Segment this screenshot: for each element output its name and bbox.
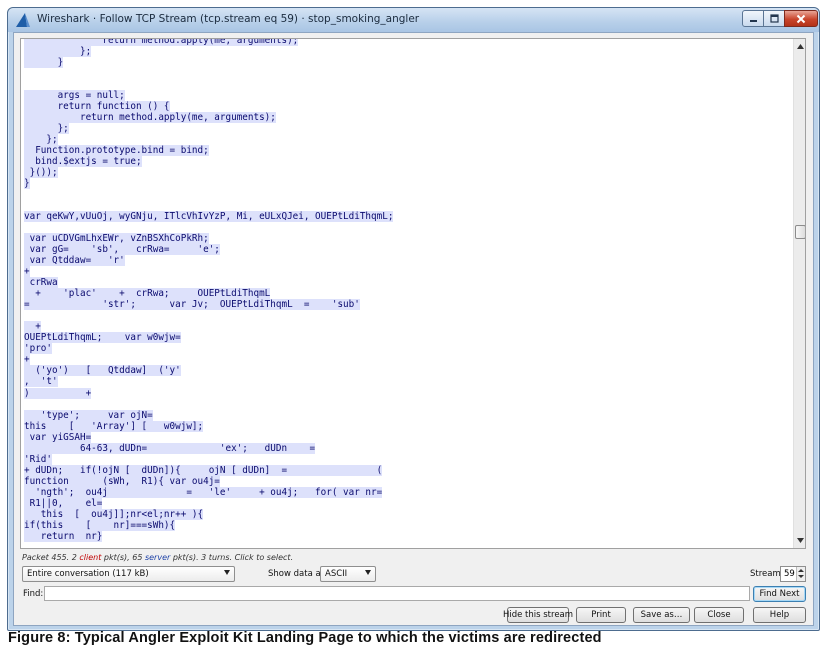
stream-line: 64-63, dUDn= 'ex'; dUDn = <box>24 442 316 454</box>
minimize-icon <box>749 20 757 22</box>
hide-stream-button[interactable]: Hide this stream <box>503 607 573 623</box>
stream-line: }; <box>24 46 92 58</box>
stream-line: + dUDn; if(!ojN [ dUDn]){ ojN [ dUDn] = … <box>24 464 383 476</box>
maximize-icon <box>769 14 779 23</box>
save-as-button[interactable]: Save as… <box>633 607 690 623</box>
stream-line <box>24 79 790 90</box>
stream-line: Function.prototype.bind = bind; <box>24 145 209 157</box>
title-bar[interactable]: Wireshark · Follow TCP Stream (tcp.strea… <box>8 8 819 32</box>
stream-line: this [ ou4j]];nr<el;nr++ ){ <box>24 508 204 520</box>
stream-line: if(this [ nr]===sWh){ <box>24 519 176 531</box>
stream-label: Stream <box>750 569 781 579</box>
stream-line: + <box>24 321 41 333</box>
stream-line: 'pro' <box>24 343 52 355</box>
scroll-down-button[interactable] <box>794 534 805 547</box>
stream-line: return method.apply(me, arguments); <box>24 39 790 46</box>
stream-line <box>24 189 790 200</box>
show-data-as-select[interactable]: ASCII <box>320 566 376 582</box>
packet-info-text[interactable]: Packet 455. 2 client pkt(s), 65 server p… <box>22 553 293 562</box>
spinner-arrows[interactable] <box>796 567 805 581</box>
client-label: client <box>79 553 102 562</box>
stream-line: this [ 'Array'] [ w0wjw]; <box>24 420 204 432</box>
server-label: server <box>144 553 171 562</box>
close-window-button[interactable] <box>784 10 818 27</box>
help-button[interactable]: Help <box>753 607 806 623</box>
stream-line <box>24 222 790 233</box>
chevron-down-icon <box>365 570 371 575</box>
stream-line: 'ngth'; ou4j = 'le' + ou4j; for( var nr= <box>24 486 383 498</box>
window-title: Wireshark · Follow TCP Stream (tcp.strea… <box>37 13 420 25</box>
stream-line: ) + <box>24 387 92 399</box>
stream-line: var uCDVGmLhxEWr, vZnBSXhCoPkRh; <box>24 233 209 245</box>
stream-line: R1||0, el= <box>24 497 103 509</box>
close-button[interactable]: Close <box>694 607 744 623</box>
wireshark-fin-icon <box>16 13 30 27</box>
stream-line: + <box>24 354 30 366</box>
stream-line: + 'plac' + crRwa; OUEPtLdiThqmL <box>24 288 271 300</box>
arrow-down-icon <box>797 538 804 543</box>
print-button[interactable]: Print <box>576 607 626 623</box>
minimize-button[interactable] <box>742 10 764 27</box>
show-data-label: Show data as <box>268 569 326 579</box>
stream-line: function (sWh, R1){ var ou4j= <box>24 475 220 487</box>
spin-up-icon <box>798 569 804 572</box>
stream-line: OUEPtLdiThqmL; var w0wjw= <box>24 332 181 344</box>
stream-line: return method.apply(me, arguments); <box>24 112 276 124</box>
figure-caption: Figure 8: Typical Angler Exploit Kit Lan… <box>8 630 602 646</box>
stream-line: var qeKwY,vUuOj, wyGNju, ITlcVhIvYzP, Mi… <box>24 211 394 223</box>
stream-line <box>24 200 790 211</box>
close-icon <box>796 14 806 23</box>
stream-line: }; <box>24 134 58 146</box>
stream-line: } <box>24 178 30 190</box>
dialog-client: return method.apply(me, arguments); }; }… <box>13 32 814 626</box>
stream-line: var gG= 'sb', crRwa= 'e'; <box>24 244 220 256</box>
stream-line: = 'str'; var Jv; OUEPtLdiThqmL = 'sub' <box>24 299 360 311</box>
vertical-scrollbar[interactable] <box>793 39 805 548</box>
stream-line: 'Rid' <box>24 453 52 465</box>
follow-tcp-stream-window: Wireshark · Follow TCP Stream (tcp.strea… <box>7 7 820 631</box>
stream-line <box>24 68 790 79</box>
stream-line: bind.$extjs = true; <box>24 156 142 168</box>
find-next-button[interactable]: Find Next <box>753 586 806 602</box>
scroll-thumb[interactable] <box>795 225 805 239</box>
stream-content-view[interactable]: return method.apply(me, arguments); }; }… <box>20 38 806 549</box>
find-input[interactable] <box>44 586 750 601</box>
stream-line: } <box>24 57 64 69</box>
stream-line: 'type'; var ojN= <box>24 409 153 421</box>
arrow-up-icon <box>797 44 804 49</box>
stream-number-spinbox[interactable]: 59 <box>780 566 806 582</box>
conversation-select[interactable]: Entire conversation (117 kB) <box>22 566 235 582</box>
scroll-up-button[interactable] <box>794 40 805 53</box>
chevron-down-icon <box>224 570 230 575</box>
stream-line: }; <box>24 123 69 135</box>
spin-down-icon <box>798 575 804 578</box>
stream-line: return function () { <box>24 101 170 113</box>
stream-line: var Qtddaw= 'r' <box>24 255 125 267</box>
stream-line: args = null; <box>24 90 125 102</box>
find-label: Find: <box>23 589 44 599</box>
stream-line: , 't' <box>24 376 58 388</box>
stream-line: return nr} <box>24 530 103 542</box>
stream-line: }()); <box>24 167 58 179</box>
stream-line: var yiGSAH= <box>24 431 92 443</box>
stream-line: crRwa <box>24 277 58 289</box>
stream-line <box>24 399 790 410</box>
stream-line: + <box>24 266 30 278</box>
maximize-button[interactable] <box>763 10 785 27</box>
stream-text[interactable]: return method.apply(me, arguments); }; }… <box>24 39 790 542</box>
stream-line <box>24 310 790 321</box>
stream-line: ('yo') [ Qtddaw] ('y' <box>24 365 181 377</box>
